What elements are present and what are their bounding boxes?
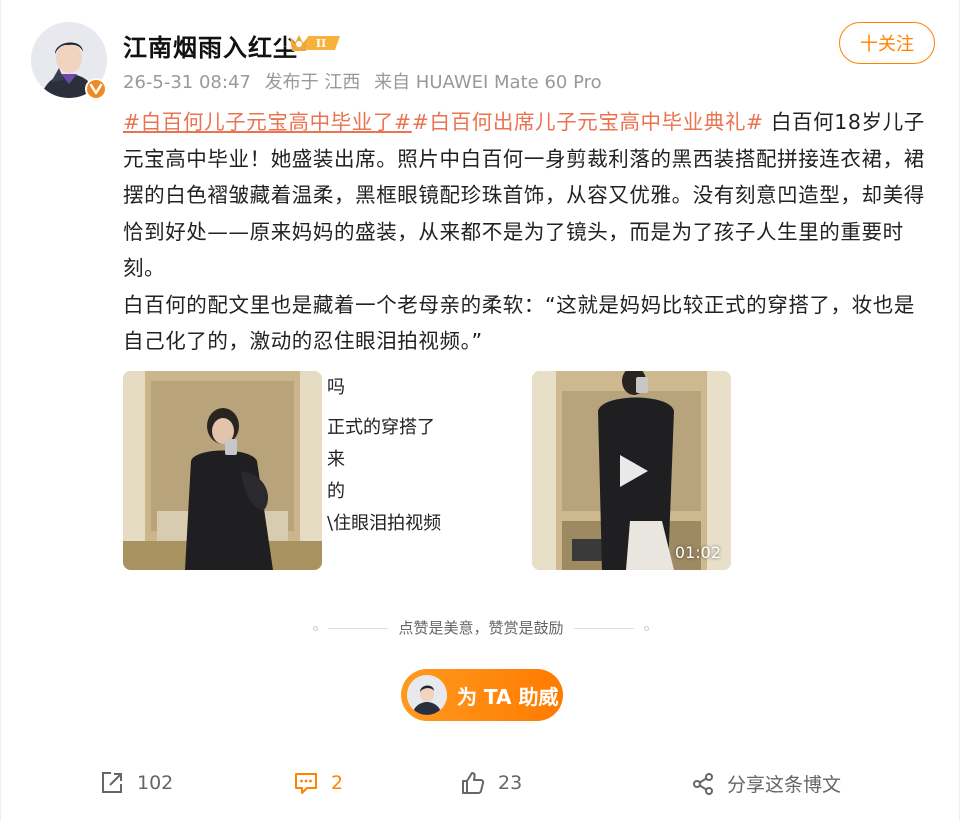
caption-line: 的 xyxy=(327,481,345,502)
divider-dot xyxy=(643,626,649,631)
post-image[interactable] xyxy=(123,371,322,570)
repost-button[interactable]: 102 xyxy=(99,770,173,796)
comment-icon xyxy=(295,773,317,794)
post-paragraph: 白百何的配文里也是藏着一个老母亲的柔软：“这就是妈妈比较正式的穿搭了，妆也是自己… xyxy=(123,292,915,354)
divider xyxy=(573,628,634,629)
rank-label: II xyxy=(316,37,326,50)
support-avatar xyxy=(407,675,447,715)
thumbs-up-icon xyxy=(462,772,485,794)
post-text: #白百何儿子元宝高中毕业了##白百何出席儿子元宝高中毕业典礼# 白百何18岁儿子… xyxy=(123,104,933,360)
comment-button[interactable]: 2 xyxy=(293,770,343,796)
share-label: 分享这条博文 xyxy=(727,774,842,796)
crown-rank-icon: II xyxy=(290,35,340,51)
like-hint-text: 点赞是美意，赞赏是鼓励 xyxy=(398,619,564,637)
repost-icon xyxy=(102,772,122,793)
divider xyxy=(328,628,389,629)
hashtag-link[interactable]: #白百何儿子元宝高中毕业了# xyxy=(123,110,412,134)
support-label: 为 TA 助威 xyxy=(457,684,559,709)
post-paragraph: 白百何18岁儿子元宝高中毕业！她盛装出席。照片中白百何一身剪裁利落的黑西装搭配拼… xyxy=(123,110,925,280)
repost-count: 102 xyxy=(137,772,174,794)
post-date[interactable]: 26-5-31 08:47 xyxy=(123,72,251,93)
caption-line: \住眼泪拍视频 xyxy=(327,513,442,534)
post-source: 来自 HUAWEI Mate 60 Pro xyxy=(374,72,602,93)
divider-dot xyxy=(313,626,319,631)
like-hint: 点赞是美意，赞赏是鼓励 xyxy=(1,617,960,638)
post-video[interactable]: 01:02 xyxy=(532,371,731,570)
username[interactable]: 江南烟雨入红尘 xyxy=(123,28,298,63)
video-duration: 01:02 xyxy=(674,543,721,562)
play-icon[interactable] xyxy=(612,451,652,491)
hashtag-link[interactable]: #白百何出席儿子元宝高中毕业典礼# xyxy=(412,110,764,134)
weibo-post-card: 江南烟雨入红尘 II 26-5-31 08:47 发布于 江西 来自 HUAWE… xyxy=(0,0,960,821)
follow-button[interactable]: 十关注 xyxy=(839,22,935,64)
caption-line: 吗 xyxy=(327,377,345,398)
caption-line: 来 xyxy=(327,449,345,470)
share-icon xyxy=(693,772,713,795)
like-count: 23 xyxy=(498,772,523,794)
post-meta: 26-5-31 08:47 发布于 江西 来自 HUAWEI Mate 60 P… xyxy=(123,68,610,94)
action-bar: 102 2 23 分享这条博文 xyxy=(1,760,960,808)
comment-count: 2 xyxy=(331,772,344,794)
follow-label: 十关注 xyxy=(860,34,914,55)
post-image-caption-screenshot[interactable]: 吗 正式的穿搭了 来 的 \住眼泪拍视频 xyxy=(325,371,525,570)
share-button[interactable]: 分享这条博文 xyxy=(691,770,841,797)
post-location: 发布于 江西 xyxy=(264,72,361,93)
verified-icon xyxy=(85,78,107,100)
caption-line: 正式的穿搭了 xyxy=(327,417,435,438)
support-button[interactable]: 为 TA 助威 xyxy=(401,669,563,721)
like-button[interactable]: 23 xyxy=(460,770,522,796)
